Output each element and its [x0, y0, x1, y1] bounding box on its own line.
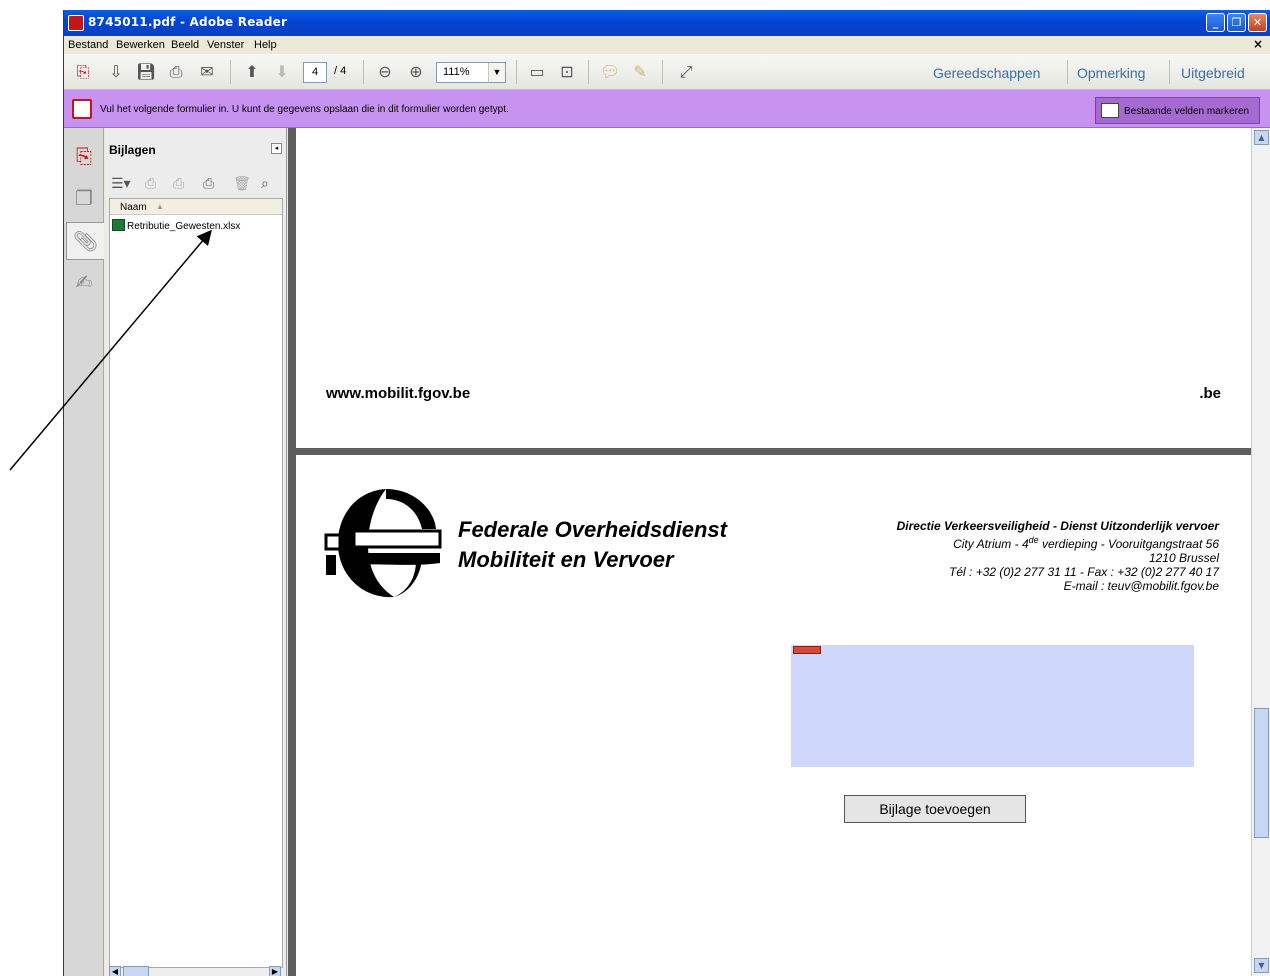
close-document-icon[interactable]: ×	[1253, 37, 1263, 51]
options-icon[interactable]: ☰▾	[111, 176, 131, 192]
excel-file-icon	[112, 219, 125, 231]
form-icon	[72, 99, 92, 119]
comment-icon[interactable]: 💬︎	[600, 62, 620, 82]
print-icon[interactable]: ⎙	[166, 62, 186, 82]
form-message-bar: Vul het volgende formulier in. U kunt de…	[64, 90, 1270, 128]
thumbnails-icon[interactable]: ❐	[70, 184, 98, 212]
collapse-panel-icon[interactable]: ◂	[271, 143, 282, 154]
navigation-strip: ⎘ ❐ 📎︎ ✍	[64, 128, 104, 976]
screenshot-stage: 8745011.pdf - Adobe Reader _ ❐ ✕ Bestand…	[0, 0, 1270, 976]
fit-page-icon[interactable]: ▭	[527, 62, 547, 82]
pages-icon[interactable]: ⎘	[70, 142, 98, 170]
zoom-in-icon[interactable]: ⊕	[406, 62, 426, 82]
pdf-page-3: www.mobilit.fgov.be .be	[296, 128, 1251, 448]
add-attachment-button[interactable]: Bijlage toevoegen	[844, 795, 1026, 823]
form-message: Vul het volgende formulier in. U kunt de…	[100, 104, 509, 115]
scroll-down-icon[interactable]: ▼	[1254, 958, 1269, 973]
export-icon[interactable]: ⇩	[106, 62, 126, 82]
menu-bar: Bestand Bewerken Beeld Venster Help ×	[64, 36, 1270, 54]
create-pdf-icon[interactable]: ⎘	[73, 62, 93, 82]
delete-attachment-icon[interactable]: 🗑︎	[233, 176, 251, 192]
menu-help[interactable]: Help	[254, 39, 277, 51]
menu-bestand[interactable]: Bestand	[68, 39, 108, 51]
footer-suffix: .be	[1199, 385, 1221, 402]
toolbar: ⎘ ⇩ 💾︎ ⎙ ✉ ⬆ ⬇ 4 / 4 ⊖ ⊕ 111% ▼ ▭ ⊡ 💬︎ ✎…	[64, 54, 1270, 90]
footer-url: www.mobilit.fgov.be	[326, 385, 471, 402]
scroll-right-icon[interactable]: ▶	[269, 966, 281, 976]
fit-width-icon[interactable]: ⊡	[557, 62, 577, 82]
highlight-icon[interactable]: ✎	[630, 62, 650, 82]
attachment-row[interactable]: Retributie_Gewesten.xlsx	[112, 219, 240, 232]
email-icon[interactable]: ✉	[197, 62, 217, 82]
next-page-icon[interactable]: ⬇	[272, 62, 292, 82]
attachment-icon[interactable]: 📎︎	[66, 222, 104, 260]
signatures-icon[interactable]: ✍	[70, 268, 98, 296]
field-marker-icon	[793, 646, 821, 654]
scroll-thumb[interactable]	[1254, 708, 1269, 838]
pdf-page-4: Federale Overheidsdienst Mobiliteit en V…	[296, 455, 1251, 976]
menu-bewerken[interactable]: Bewerken	[116, 39, 165, 51]
menu-beeld[interactable]: Beeld	[171, 39, 199, 51]
window-title: 8745011.pdf - Adobe Reader	[88, 15, 288, 29]
page-number-input[interactable]: 4	[303, 62, 327, 83]
save-icon[interactable]: 💾︎	[136, 62, 156, 82]
attachments-panel: Bijlagen ◂ ☰▾ ⎙ ⎙ ⎙ 🗑︎ ⌕ Naam ▲ Retribut…	[105, 128, 287, 976]
save-attachment-icon[interactable]: ⎙	[173, 176, 184, 192]
tools-link[interactable]: Gereedschappen	[933, 65, 1040, 81]
zoom-out-icon[interactable]: ⊖	[375, 62, 395, 82]
expand-icon[interactable]: ⤢	[676, 62, 696, 82]
fields-icon	[1101, 103, 1119, 118]
close-button[interactable]: ✕	[1248, 13, 1267, 32]
pdf-icon	[68, 15, 84, 31]
restore-button[interactable]: ❐	[1227, 13, 1246, 32]
org-name-line2: Mobiliteit en Vervoer	[458, 547, 674, 572]
column-header[interactable]: Naam ▲	[110, 199, 282, 215]
chevron-down-icon[interactable]: ▼	[488, 63, 505, 82]
document-viewport: www.mobilit.fgov.be .be Federale Overhei…	[288, 128, 1270, 976]
open-attachment-icon[interactable]: ⎙	[145, 176, 156, 192]
add-attachment-icon[interactable]: ⎙	[203, 176, 214, 192]
form-field-area[interactable]	[791, 645, 1194, 767]
fod-logo	[324, 489, 442, 598]
comment-link[interactable]: Opmerking	[1077, 65, 1145, 81]
panel-title: Bijlagen	[109, 143, 156, 157]
vertical-scrollbar[interactable]: ▲ ▼	[1251, 128, 1270, 976]
attachment-filename: Retributie_Gewesten.xlsx	[127, 221, 241, 232]
adobe-reader-window: 8745011.pdf - Adobe Reader _ ❐ ✕ Bestand…	[63, 10, 1270, 976]
menu-venster[interactable]: Venster	[207, 39, 244, 51]
zoom-select[interactable]: 111% ▼	[436, 62, 506, 83]
org-name-line1: Federale Overheidsdienst	[458, 517, 727, 542]
extended-link[interactable]: Uitgebreid	[1181, 65, 1245, 81]
scroll-left-icon[interactable]: ◀	[109, 966, 121, 976]
address-block: Directie Verkeersveiligheid - Dienst Uit…	[896, 519, 1219, 593]
sort-ascending-icon: ▲	[156, 202, 164, 211]
highlight-fields-button[interactable]: Bestaande velden markeren	[1095, 97, 1260, 124]
page-total: / 4	[334, 65, 347, 77]
search-attachment-icon[interactable]: ⌕	[261, 176, 269, 192]
scroll-thumb[interactable]	[123, 966, 149, 976]
minimize-button[interactable]: _	[1206, 13, 1225, 32]
horizontal-scrollbar[interactable]: ◀ ▶	[109, 966, 283, 976]
scroll-up-icon[interactable]: ▲	[1254, 130, 1269, 145]
prev-page-icon[interactable]: ⬆	[242, 62, 262, 82]
title-bar: 8745011.pdf - Adobe Reader _ ❐ ✕	[64, 10, 1270, 36]
attachments-list: Naam ▲ Retributie_Gewesten.xlsx	[109, 198, 283, 968]
